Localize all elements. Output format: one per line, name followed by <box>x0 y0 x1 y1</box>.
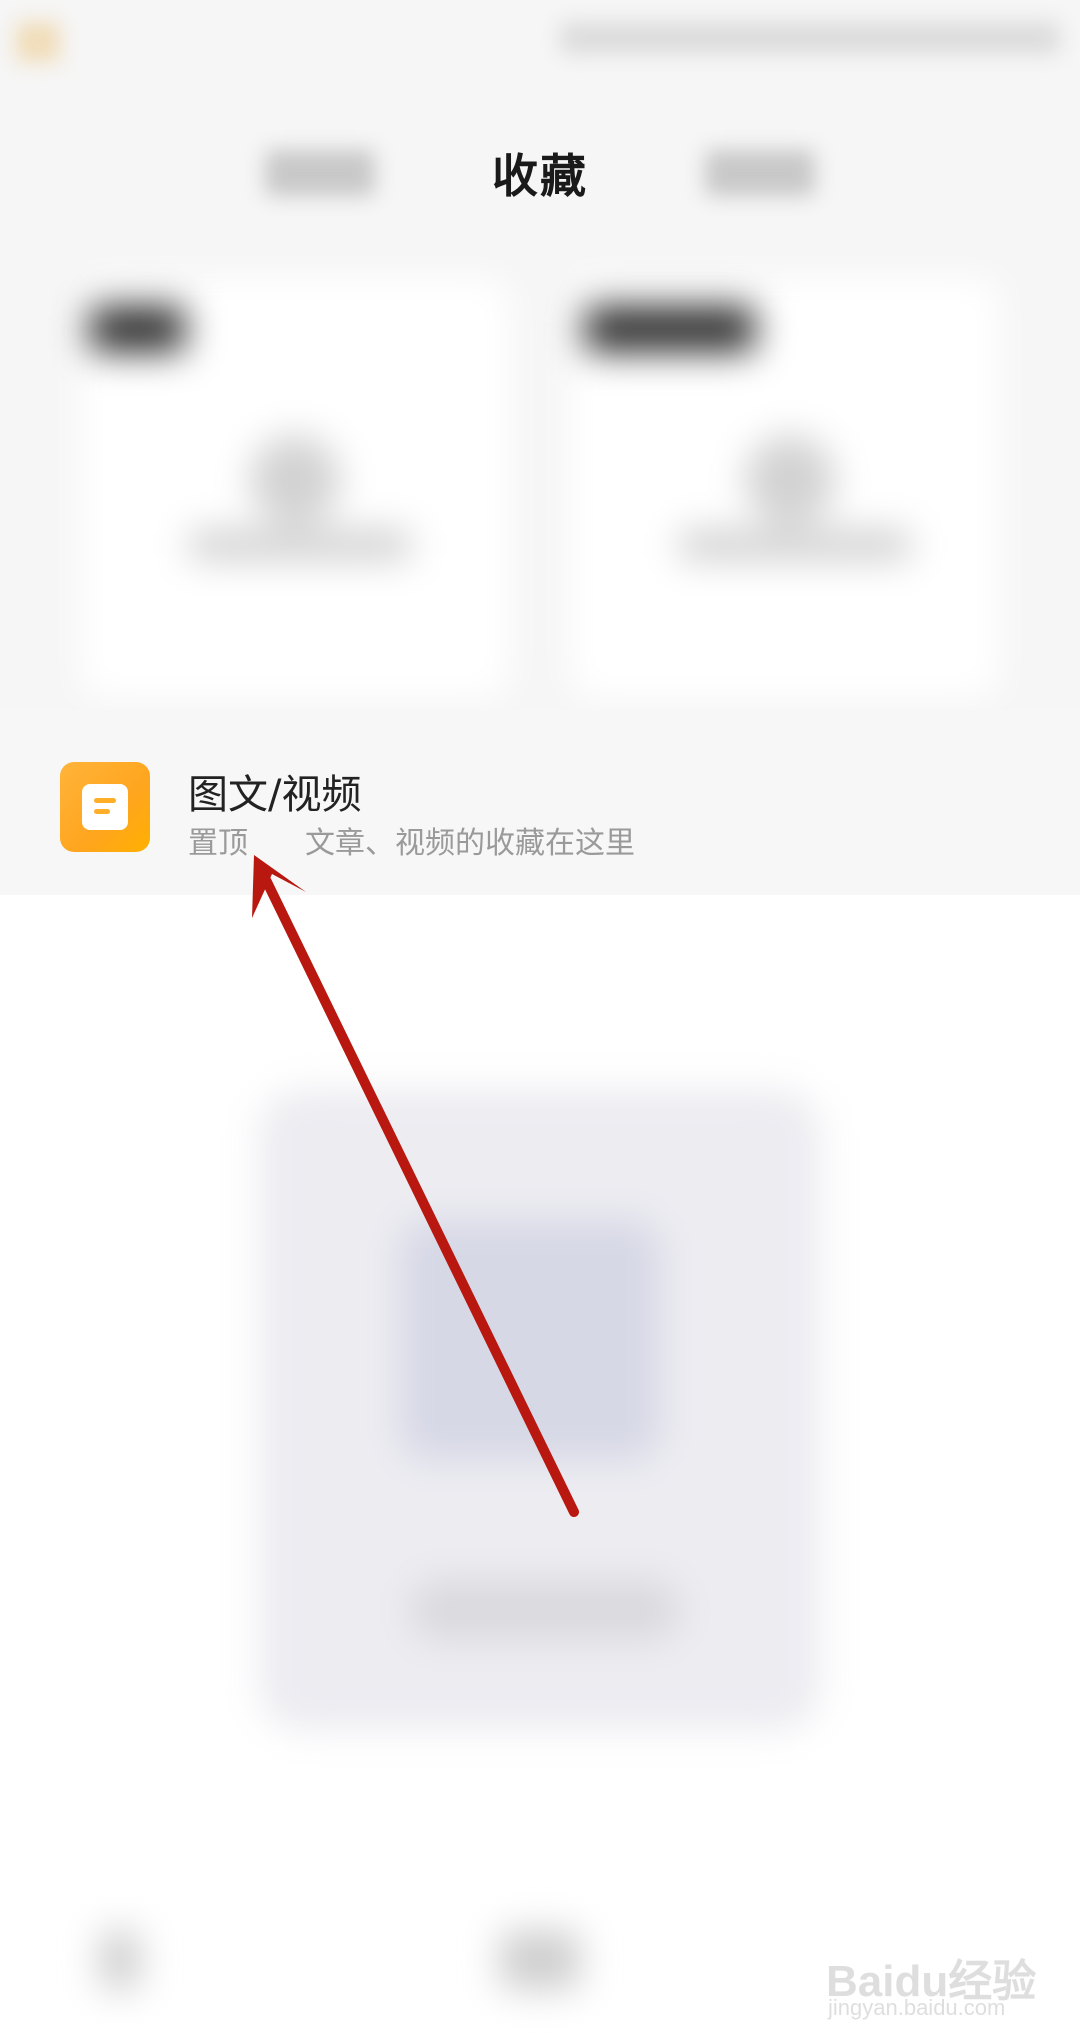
document-icon-line-1 <box>94 798 116 803</box>
page-title: 收藏 <box>492 149 588 203</box>
pin-tag: 置顶 <box>188 826 248 861</box>
card-line-right <box>680 530 910 560</box>
status-icons-right <box>560 22 1060 54</box>
item-title: 图文/视频 <box>188 772 362 818</box>
document-icon-line-2 <box>94 809 110 814</box>
favorites-item-articles-videos[interactable]: 图文/视频 置顶 文章、视频的收藏在这里 <box>0 710 1080 895</box>
item-description: 文章、视频的收藏在这里 <box>305 826 635 861</box>
bottom-nav-item-center <box>500 1930 580 1990</box>
card-title-right <box>585 306 755 352</box>
bottom-nav-item-left <box>100 1930 140 1990</box>
status-icon-left <box>16 22 60 62</box>
dialog-button <box>410 1580 680 1640</box>
card-line-left <box>190 530 410 560</box>
watermark-url: jingyan.baidu.com <box>828 1995 1006 2020</box>
card-circle-right <box>745 435 835 525</box>
card-circle-left <box>250 435 340 525</box>
baidu-jingyan-watermark: Baidu经验 jingyan.baidu.com <box>826 1925 1066 2025</box>
dialog-illustration <box>400 1220 660 1460</box>
document-icon <box>60 762 150 852</box>
document-icon-page <box>82 784 128 830</box>
card-title-left <box>90 306 185 352</box>
